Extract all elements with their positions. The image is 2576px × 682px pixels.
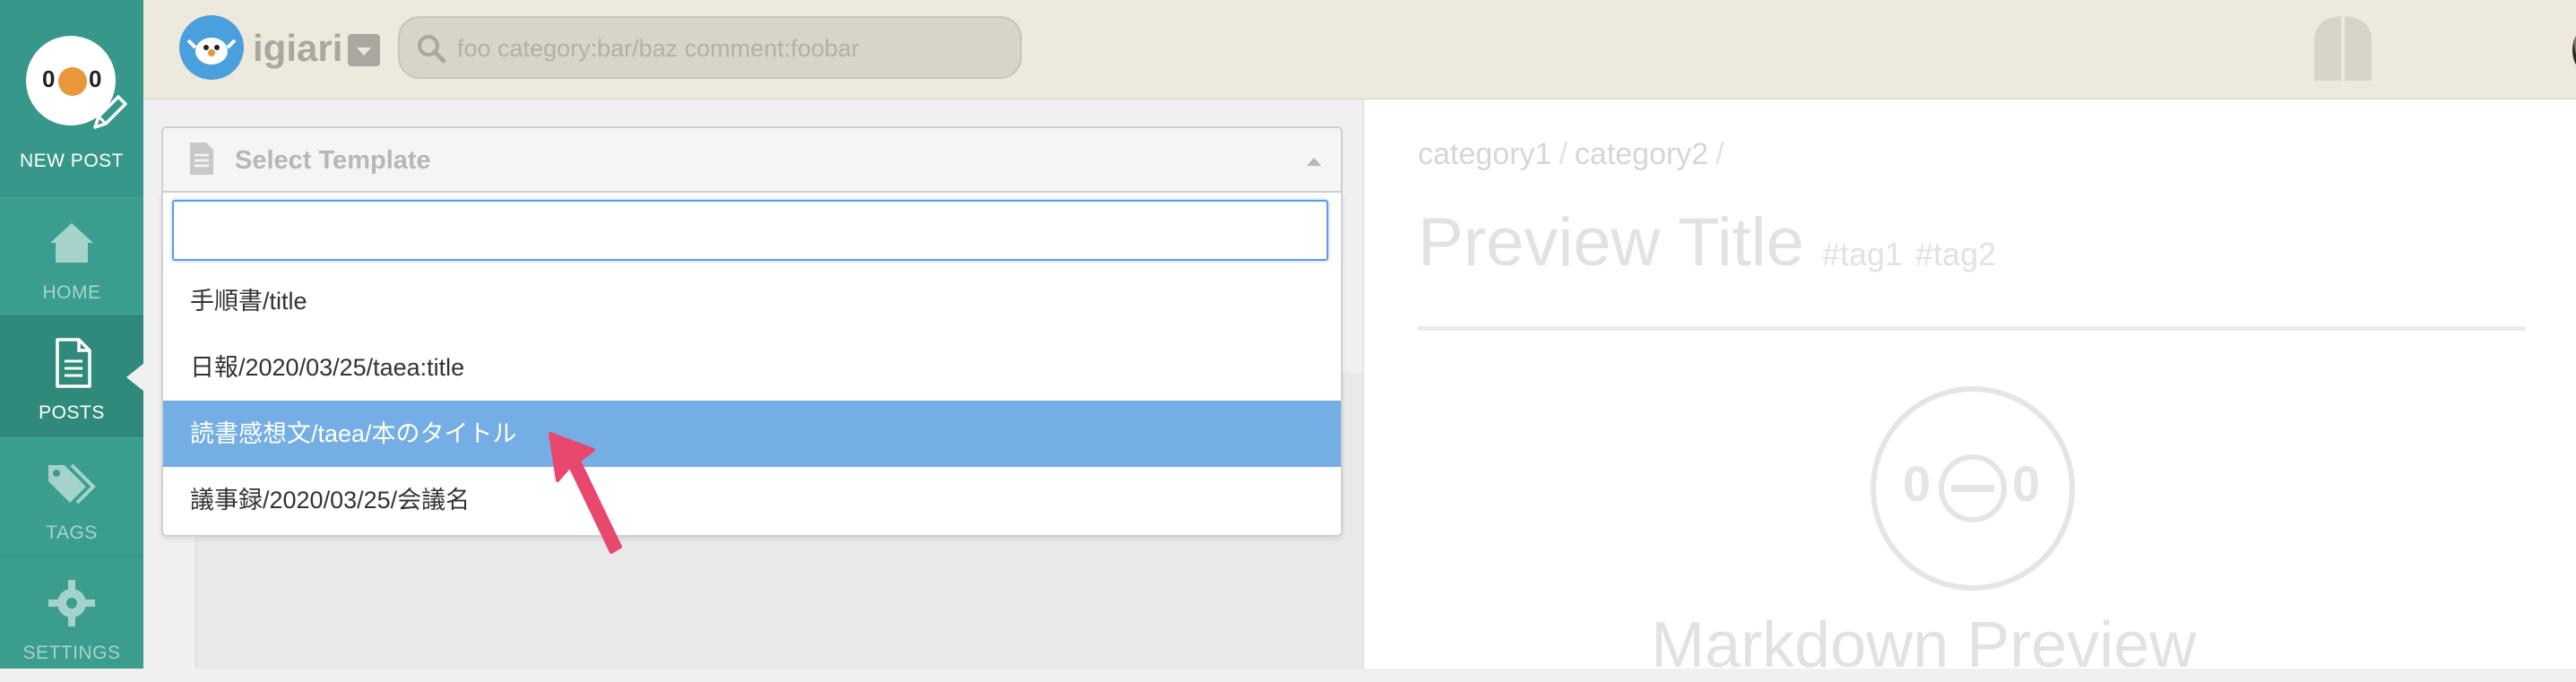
sidebar-item-settings[interactable]: SETTINGS xyxy=(0,556,143,677)
sidebar-item-home[interactable]: HOME xyxy=(0,195,143,316)
pencil-icon xyxy=(93,95,127,129)
breadcrumb-item[interactable]: category2 xyxy=(1575,137,1708,171)
home-icon xyxy=(50,223,93,263)
preview-logo-icon: 0 0 xyxy=(1871,386,2075,591)
markdown-preview-label: Markdown Preview xyxy=(1651,609,2197,681)
template-select[interactable]: Select Template xyxy=(161,126,1343,193)
search-icon xyxy=(418,35,446,64)
divider xyxy=(1418,326,2526,331)
sidebar-item-label: TAGS xyxy=(46,522,98,543)
pointer-arrow-icon xyxy=(549,432,622,554)
preview-pane: category1/category2/ Preview Title #tag1 #… xyxy=(1362,99,2576,681)
document-icon xyxy=(190,142,213,175)
brand-dropdown-button[interactable] xyxy=(348,34,380,66)
sidebar-item-tags[interactable]: TAGS xyxy=(0,436,143,557)
tag[interactable]: #tag1 xyxy=(1822,236,1903,272)
page-title: Preview Title xyxy=(1418,204,1804,281)
new-post-button[interactable]: 0 0 NEW POST xyxy=(0,0,143,195)
bird-logo-icon[interactable] xyxy=(179,15,244,80)
book-icon[interactable] xyxy=(2311,14,2375,81)
template-option[interactable]: 議事録/2020/03/25/会議名 xyxy=(163,467,1341,533)
posts-icon xyxy=(56,338,91,388)
sidebar-item-label: SETTINGS xyxy=(22,643,121,663)
breadcrumb-separator: / xyxy=(1559,137,1568,171)
template-search-input[interactable] xyxy=(172,200,1328,261)
sidebar-item-label: POSTS xyxy=(39,402,105,423)
logo-eye-right: 0 xyxy=(2012,455,2041,512)
new-post-label: NEW POST xyxy=(19,151,124,171)
logo-nose xyxy=(1939,454,2007,522)
breadcrumb-item[interactable]: category1 xyxy=(1418,137,1552,171)
template-option[interactable]: 日報/2020/03/25/taea:title xyxy=(163,334,1341,401)
gear-icon xyxy=(48,580,95,626)
template-dropdown: 手順書/title 日報/2020/03/25/taea:title 読書感想文… xyxy=(161,193,1343,537)
bird-icon xyxy=(186,38,237,65)
tags-icon xyxy=(48,463,96,505)
breadcrumb-separator: / xyxy=(1716,137,1725,171)
avatar[interactable] xyxy=(2572,18,2576,82)
template-option[interactable]: 手順書/title xyxy=(163,268,1341,334)
top-header: igiari xyxy=(143,0,2576,99)
logo-nose xyxy=(58,67,87,96)
template-option-selected[interactable]: 読書感想文/taea/本のタイトル xyxy=(163,401,1341,467)
search-input[interactable] xyxy=(455,30,997,66)
active-indicator xyxy=(126,363,144,392)
search-bar xyxy=(398,16,1022,79)
logo-eye-left: 0 xyxy=(42,65,56,92)
logo-eye-right: 0 xyxy=(89,65,102,92)
logo-eye-left: 0 xyxy=(1903,455,1932,512)
preview-title-row: Preview Title #tag1 #tag2 xyxy=(1418,203,1996,281)
template-select-label: Select Template xyxy=(235,146,431,175)
tag[interactable]: #tag2 xyxy=(1915,236,1996,272)
brand-name[interactable]: igiari xyxy=(253,27,342,70)
chevron-up-icon xyxy=(1307,158,1321,166)
sidebar: 0 0 NEW POST HOME POSTS TAGS SETTINGS xyxy=(0,0,144,669)
sidebar-item-label: HOME xyxy=(42,282,101,303)
sidebar-item-posts[interactable]: POSTS xyxy=(0,315,144,436)
breadcrumb: category1/category2/ xyxy=(1418,137,1732,172)
